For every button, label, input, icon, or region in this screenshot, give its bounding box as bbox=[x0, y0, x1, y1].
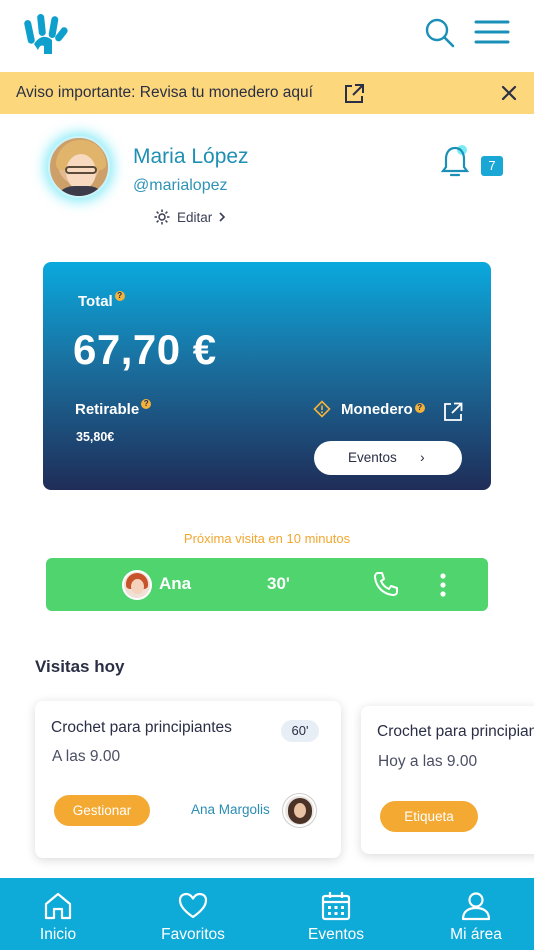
visit-time: A las 9.00 bbox=[52, 748, 121, 765]
edit-label: Editar bbox=[177, 209, 213, 225]
nav-item-inicio[interactable]: Inicio bbox=[20, 878, 96, 950]
visit-duration: 30' bbox=[267, 574, 290, 593]
label-button[interactable]: Etiqueta bbox=[380, 801, 478, 832]
help-icon[interactable]: ? bbox=[414, 403, 425, 413]
external-link-icon[interactable] bbox=[443, 402, 463, 422]
app-header bbox=[0, 0, 534, 72]
visit-card[interactable]: Crochet para principiantes 60' A las 9.0… bbox=[35, 701, 341, 858]
help-icon[interactable]: ? bbox=[114, 291, 125, 301]
bottom-nav: Inicio Favoritos Eventos Mi área bbox=[0, 878, 534, 950]
visit-person-avatar bbox=[122, 570, 152, 600]
next-visit-bar[interactable]: Ana 30' bbox=[46, 558, 488, 611]
heart-icon bbox=[178, 892, 208, 919]
section-title-visits-today: Visitas hoy bbox=[35, 657, 125, 676]
visit-title: Crochet para principiantes bbox=[377, 723, 534, 740]
total-amount: 67,70 € bbox=[73, 326, 217, 373]
visit-host-name[interactable]: Ana Margolis bbox=[191, 802, 270, 817]
nav-label: Favoritos bbox=[161, 926, 225, 943]
nav-item-eventos[interactable]: Eventos bbox=[298, 878, 374, 950]
events-button[interactable]: Eventos › bbox=[314, 441, 462, 475]
withdrawable-amount: 35,80€ bbox=[76, 430, 115, 444]
notice-text[interactable]: Aviso importante: Revisa tu monedero aqu… bbox=[16, 84, 313, 102]
user-icon bbox=[461, 892, 491, 921]
nav-item-favoritos[interactable]: Favoritos bbox=[145, 878, 241, 950]
visit-card[interactable]: Crochet para principiantes Hoy a las 9.0… bbox=[361, 706, 534, 854]
gear-icon bbox=[154, 209, 170, 225]
hamburger-menu-icon[interactable] bbox=[474, 18, 510, 46]
next-visit-text: Próxima visita en 10 minutos bbox=[183, 531, 351, 546]
bell-icon[interactable] bbox=[440, 144, 470, 178]
nav-label: Inicio bbox=[39, 926, 77, 943]
visit-title: Crochet para principiantes bbox=[51, 719, 232, 736]
nav-label: Eventos bbox=[307, 926, 364, 943]
withdrawable-label: Retirable? bbox=[75, 399, 152, 418]
chevron-right-icon bbox=[219, 212, 226, 222]
edit-profile-link[interactable]: Editar bbox=[153, 208, 226, 226]
diamond-warning-icon bbox=[313, 400, 331, 418]
wallet-link[interactable]: Monedero? bbox=[313, 400, 425, 418]
notice-banner[interactable]: Aviso importante: Revisa tu monedero aqu… bbox=[0, 72, 534, 114]
notification-count-badge: 7 bbox=[481, 156, 503, 176]
nav-item-mi-area[interactable]: Mi área bbox=[436, 878, 516, 950]
close-icon[interactable] bbox=[500, 84, 518, 102]
nav-label: Mi área bbox=[450, 926, 502, 943]
home-icon bbox=[44, 892, 72, 920]
calendar-icon bbox=[321, 892, 351, 921]
total-label: Total? bbox=[78, 291, 125, 310]
search-icon[interactable] bbox=[424, 18, 456, 48]
visit-person-name: Ana bbox=[159, 574, 192, 593]
profile-handle: @marialopez bbox=[133, 177, 228, 194]
visit-time: Hoy a las 9.00 bbox=[378, 753, 478, 770]
chevron-right-icon: › bbox=[420, 449, 425, 465]
hand-logo-icon[interactable] bbox=[22, 10, 72, 56]
avatar[interactable] bbox=[48, 136, 110, 198]
external-link-icon[interactable] bbox=[343, 83, 365, 105]
profile-name: Maria López bbox=[133, 145, 249, 168]
visit-duration-badge: 60' bbox=[281, 720, 319, 742]
phone-icon[interactable] bbox=[373, 571, 399, 597]
more-vertical-icon[interactable] bbox=[436, 572, 450, 598]
help-icon[interactable]: ? bbox=[141, 399, 152, 409]
visit-host-avatar[interactable] bbox=[283, 794, 316, 827]
manage-button[interactable]: Gestionar bbox=[54, 795, 150, 826]
balance-card: Total? 67,70 € Retirable? 35,80€ Moneder… bbox=[43, 262, 491, 490]
